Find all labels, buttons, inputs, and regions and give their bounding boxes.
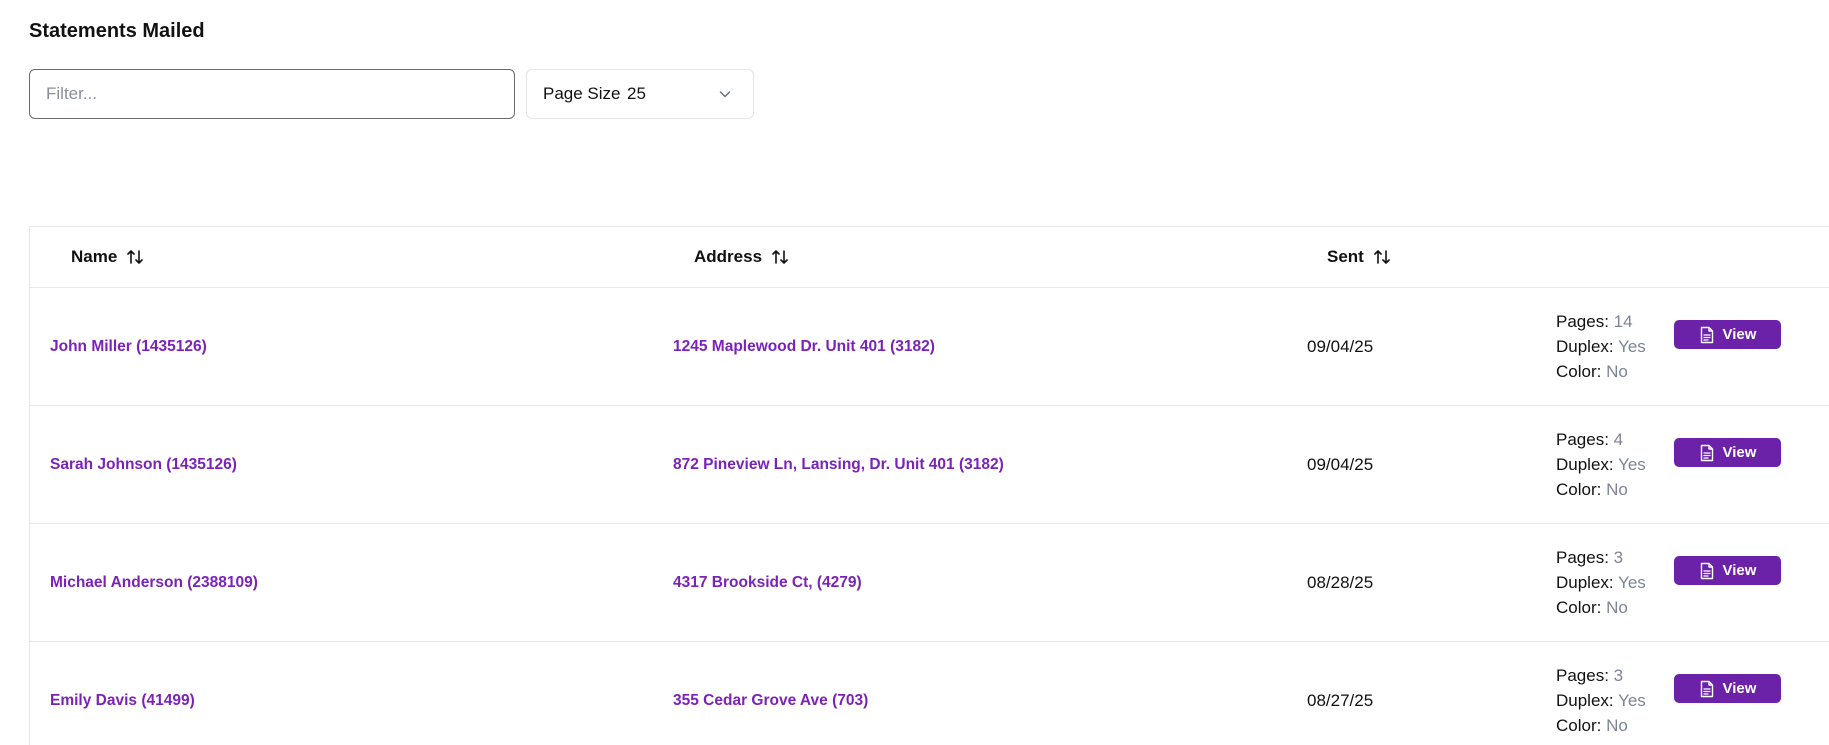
pages-label: Pages: [1556,430,1609,449]
chevron-down-icon [719,91,731,98]
view-button[interactable]: View [1674,556,1781,585]
pages-value: 3 [1613,548,1624,567]
duplex-value: Yes [1618,691,1646,710]
statement-details: Pages: 4 Duplex: Yes Color: No [1556,427,1646,502]
table-row: Emily Davis (41499) 355 Cedar Grove Ave … [30,642,1829,745]
page-size-label: Page Size [543,84,621,103]
color-label: Color: [1556,480,1602,499]
statement-details: Pages: 14 Duplex: Yes Color: No [1556,309,1646,384]
customer-name-link[interactable]: John Miller (1435126) [50,338,207,356]
customer-name-link[interactable]: Emily Davis (41499) [50,692,195,710]
view-button[interactable]: View [1674,674,1781,703]
sort-arrows-icon [772,250,788,264]
sent-date: 08/28/25 [1307,572,1374,592]
statements-table: Name Address Sent John Miller (1435126) [29,226,1829,745]
color-label: Color: [1556,362,1602,381]
color-value: No [1606,362,1628,381]
statement-details: Pages: 3 Duplex: Yes Color: No [1556,663,1646,738]
page-size-select[interactable]: Page Size 25 [526,69,754,119]
duplex-value: Yes [1618,455,1646,474]
document-icon [1700,444,1713,461]
color-value: No [1606,716,1628,735]
address-link[interactable]: 355 Cedar Grove Ave (703) [673,692,868,710]
page-size-value: 25 [627,84,646,103]
column-header-label: Sent [1327,247,1364,266]
duplex-value: Yes [1618,337,1646,356]
pages-value: 14 [1613,312,1633,331]
duplex-label: Duplex: [1556,691,1614,710]
duplex-label: Duplex: [1556,455,1614,474]
document-icon [1700,562,1713,579]
address-link[interactable]: 4317 Brookside Ct, (4279) [673,574,862,592]
color-label: Color: [1556,598,1602,617]
address-link[interactable]: 1245 Maplewood Dr. Unit 401 (3182) [673,338,935,356]
table-header: Name Address Sent [30,227,1829,288]
column-header-name[interactable]: Name [71,227,145,287]
page-title: Statements Mailed [29,20,205,42]
view-button-label: View [1722,680,1757,697]
pages-label: Pages: [1556,312,1609,331]
column-header-address[interactable]: Address [694,227,790,287]
view-button[interactable]: View [1674,438,1781,467]
pages-label: Pages: [1556,666,1609,685]
table-row: John Miller (1435126) 1245 Maplewood Dr.… [30,288,1829,406]
column-header-label: Address [694,247,763,266]
pages-value: 3 [1613,666,1624,685]
color-value: No [1606,598,1628,617]
document-icon [1700,326,1713,343]
sort-arrows-icon [127,250,144,264]
sent-date: 09/04/25 [1307,454,1374,474]
color-value: No [1606,480,1628,499]
duplex-label: Duplex: [1556,573,1614,592]
pages-value: 4 [1613,430,1624,449]
customer-name-link[interactable]: Michael Anderson (2388109) [50,574,258,592]
statement-details: Pages: 3 Duplex: Yes Color: No [1556,545,1646,620]
view-button-label: View [1722,326,1757,343]
pages-label: Pages: [1556,548,1609,567]
sort-arrows-icon [1374,250,1390,264]
view-button-label: View [1722,444,1757,461]
duplex-value: Yes [1618,573,1646,592]
color-label: Color: [1556,716,1602,735]
filter-input[interactable] [29,69,515,119]
sent-date: 09/04/25 [1307,336,1374,356]
customer-name-link[interactable]: Sarah Johnson (1435126) [50,456,237,474]
table-row: Michael Anderson (2388109) 4317 Brooksid… [30,524,1829,642]
column-header-label: Name [71,247,118,266]
column-header-sent[interactable]: Sent [1327,227,1392,287]
table-row: Sarah Johnson (1435126) 872 Pineview Ln,… [30,406,1829,524]
view-button[interactable]: View [1674,320,1781,349]
view-button-label: View [1722,562,1757,579]
address-link[interactable]: 872 Pineview Ln, Lansing, Dr. Unit 401 (… [673,456,1004,474]
document-icon [1700,680,1713,697]
duplex-label: Duplex: [1556,337,1614,356]
sent-date: 08/27/25 [1307,690,1374,710]
